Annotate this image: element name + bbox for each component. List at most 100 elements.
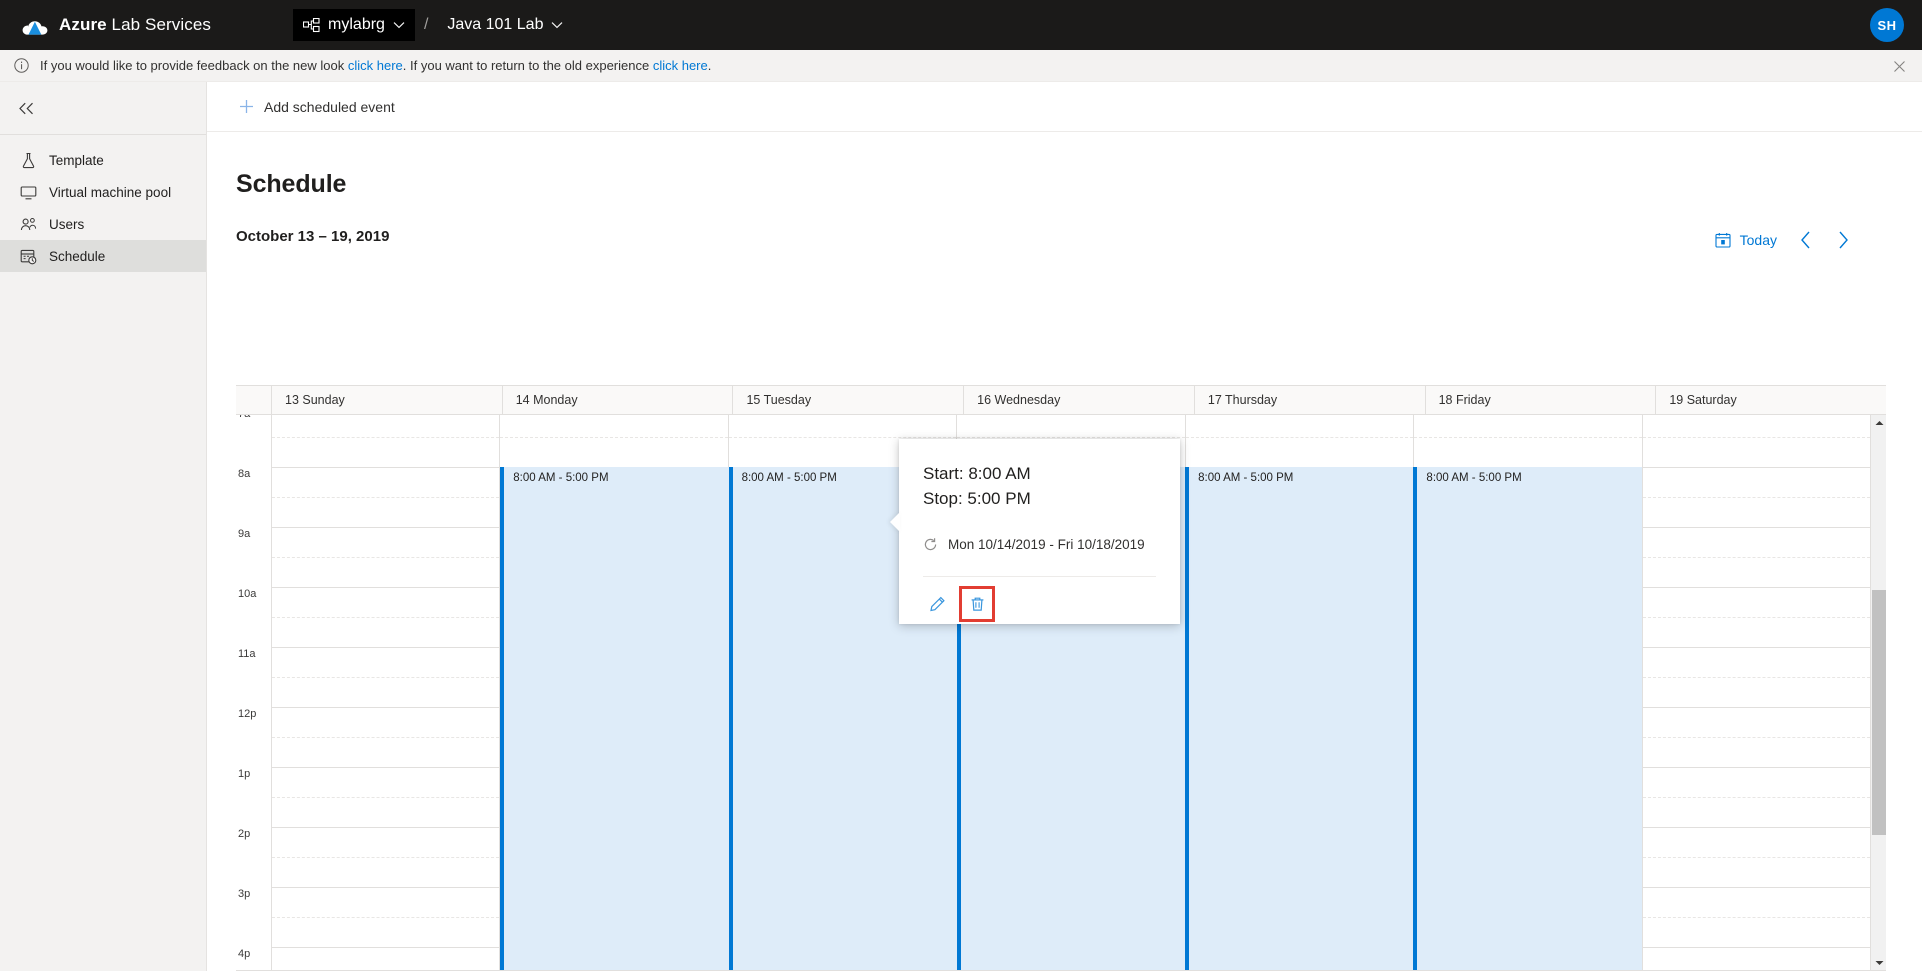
hour-cell[interactable] [500, 415, 728, 467]
sidebar-item-users[interactable]: Users [0, 208, 206, 240]
hour-cell[interactable] [272, 707, 500, 767]
hour-cell[interactable] [1643, 587, 1870, 647]
chevron-down-icon [551, 21, 563, 29]
sidebar-item-virtual-machine-pool-label: Virtual machine pool [49, 185, 171, 200]
hour-gutter: 12p [236, 707, 272, 767]
popover-recurrence: Mon 10/14/2019 - Fri 10/18/2019 [899, 511, 1180, 552]
add-scheduled-event-button[interactable]: Add scheduled event [235, 94, 399, 120]
day-header-wednesday[interactable]: 16 Wednesday [964, 386, 1195, 414]
scheduled-event-friday[interactable]: 8:00 AM - 5:00 PM [1413, 467, 1641, 971]
today-button[interactable]: Today [1708, 227, 1784, 253]
breadcrumb: mylabrg / Java 101 Lab [293, 9, 573, 41]
hour-cell[interactable] [1643, 827, 1870, 887]
next-week-button[interactable] [1826, 225, 1860, 255]
plus-icon [239, 99, 254, 114]
calendar-today-icon [1715, 232, 1731, 248]
hour-cell[interactable] [272, 415, 500, 467]
day-header-friday[interactable]: 18 Friday [1426, 386, 1657, 414]
scheduled-event-thursday[interactable]: 8:00 AM - 5:00 PM [1185, 467, 1413, 971]
hour-cell[interactable] [272, 467, 500, 527]
hour-cell[interactable] [272, 827, 500, 887]
day-header-tuesday[interactable]: 15 Tuesday [733, 386, 964, 414]
hour-cell[interactable] [272, 767, 500, 827]
sidebar-item-template[interactable]: Template [0, 144, 206, 176]
chevron-down-icon [393, 21, 405, 29]
popover-arrow [890, 512, 900, 532]
scroll-up-icon [1875, 420, 1884, 426]
breadcrumb-lab[interactable]: Java 101 Lab [437, 9, 573, 41]
day-header-sunday[interactable]: 13 Sunday [272, 386, 503, 414]
calendar-navigation: Today [1708, 225, 1860, 255]
hour-cell[interactable] [272, 647, 500, 707]
scroll-down-button[interactable] [1871, 955, 1886, 971]
hour-label: 1p [238, 768, 250, 780]
avatar-initials: SH [1877, 18, 1896, 33]
resource-group-icon [303, 18, 320, 33]
day-header-monday[interactable]: 14 Monday [503, 386, 734, 414]
previous-week-button[interactable] [1788, 225, 1822, 255]
info-circle-icon [14, 58, 29, 73]
day-header-thursday[interactable]: 17 Thursday [1195, 386, 1426, 414]
scroll-down-icon [1875, 960, 1884, 966]
hour-cell[interactable] [272, 887, 500, 947]
hour-cell[interactable] [1186, 415, 1414, 467]
event-time-label: 8:00 AM - 5:00 PM [1417, 467, 1641, 484]
notification-text: If you would like to provide feedback on… [40, 58, 711, 73]
hour-cell[interactable] [1643, 647, 1870, 707]
command-bar: Add scheduled event [207, 82, 1922, 132]
hour-gutter: 3p [236, 887, 272, 947]
hour-cell[interactable] [1643, 767, 1870, 827]
people-icon [20, 216, 37, 233]
edit-event-button[interactable] [921, 588, 953, 620]
sidebar-item-schedule-label: Schedule [49, 249, 105, 264]
flask-icon [20, 152, 37, 169]
delete-event-button[interactable] [961, 588, 993, 620]
hour-cell[interactable] [272, 587, 500, 647]
hour-cell[interactable] [1643, 527, 1870, 587]
close-icon[interactable] [1891, 58, 1908, 75]
sidebar-collapse-button[interactable] [0, 82, 206, 134]
add-scheduled-event-label: Add scheduled event [264, 99, 395, 115]
hour-gutter: 7a [236, 415, 272, 467]
sidebar-item-users-label: Users [49, 217, 84, 232]
hour-cell[interactable] [272, 947, 500, 971]
sidebar-item-virtual-machine-pool[interactable]: Virtual machine pool [0, 176, 206, 208]
scheduled-event-monday[interactable]: 8:00 AM - 5:00 PM [500, 467, 728, 971]
calendar-clock-icon [20, 248, 37, 265]
popover-stop-time: Stop: 5:00 PM [899, 486, 1180, 511]
brand-bold-text: Azure [59, 15, 107, 34]
brand-title: Azure Lab Services [59, 15, 211, 35]
hour-cell[interactable] [1643, 467, 1870, 527]
azure-cloud-logo-icon [22, 14, 48, 36]
monitor-icon [20, 184, 37, 201]
hour-cell[interactable] [1643, 887, 1870, 947]
hour-gutter: 10a [236, 587, 272, 647]
old-experience-link[interactable]: click here [653, 58, 708, 73]
page-title: Schedule [236, 170, 1922, 199]
sidebar-top-spacer [0, 135, 206, 144]
date-range-label: October 13 – 19, 2019 [236, 228, 389, 245]
breadcrumb-resource-group[interactable]: mylabrg [293, 9, 415, 41]
hour-cell[interactable] [272, 527, 500, 587]
hour-label: 4p [238, 948, 250, 960]
hour-gutter: 4p [236, 947, 272, 971]
day-header-saturday[interactable]: 19 Saturday [1656, 386, 1886, 414]
hour-cell[interactable] [1414, 415, 1642, 467]
hour-gutter: 2p [236, 827, 272, 887]
sidebar-item-schedule[interactable]: Schedule [0, 240, 206, 272]
recurrence-icon [923, 537, 938, 552]
hour-cell[interactable] [1643, 707, 1870, 767]
hour-cell[interactable] [1643, 947, 1870, 971]
scrollbar-thumb[interactable] [1872, 590, 1886, 835]
breadcrumb-lab-label: Java 101 Lab [447, 16, 543, 34]
hour-cell[interactable] [1643, 415, 1870, 467]
sidebar-item-template-label: Template [49, 153, 104, 168]
brand-home-link[interactable]: Azure Lab Services [22, 14, 211, 36]
notification-bar: If you would like to provide feedback on… [0, 50, 1922, 82]
feedback-link[interactable]: click here [348, 58, 403, 73]
scroll-up-button[interactable] [1871, 415, 1886, 431]
avatar[interactable]: SH [1870, 8, 1904, 42]
calendar-vertical-scrollbar[interactable] [1870, 415, 1886, 971]
double-chevron-left-icon [18, 102, 35, 115]
calendar-header: October 13 – 19, 2019 Today [236, 228, 1886, 258]
